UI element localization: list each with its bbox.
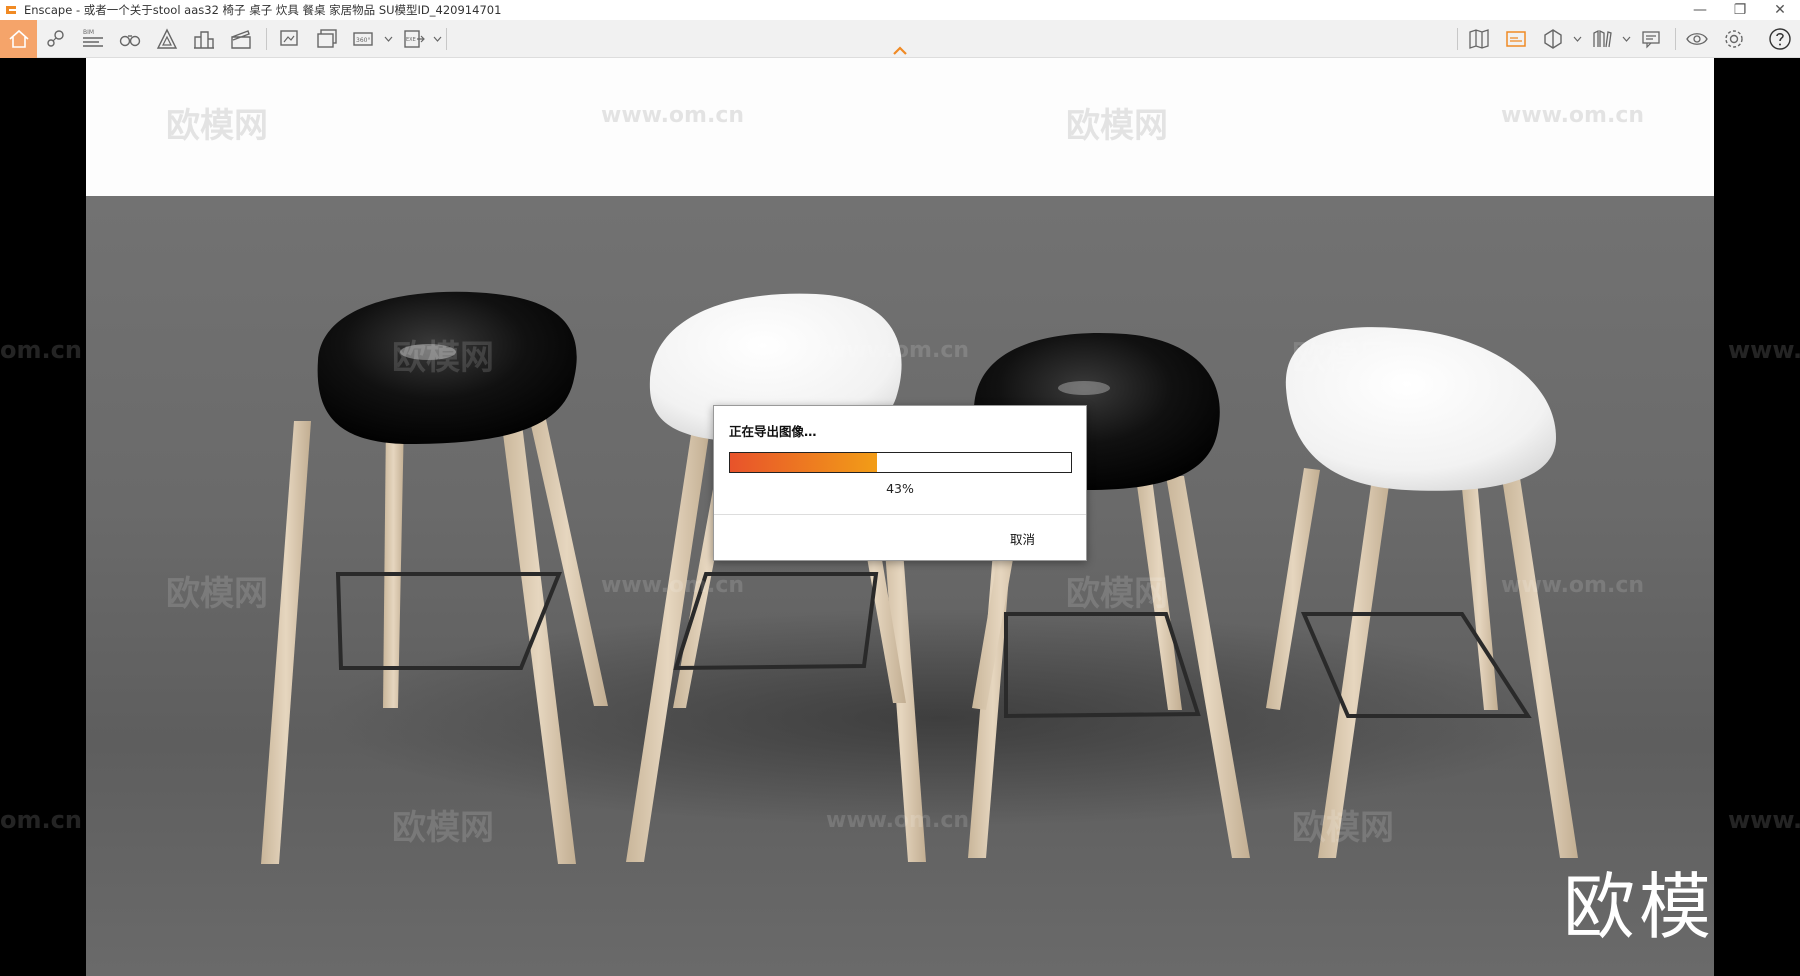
view-mode-button[interactable] [1537,23,1569,55]
visual-settings-button[interactable] [1681,23,1713,55]
asset-library-button[interactable] [188,23,220,55]
tent-icon [156,28,178,49]
collapse-toolbar-icon[interactable] [891,44,909,56]
cube-icon [1544,29,1562,49]
panorama-icon: 360° [353,32,373,46]
watermark: 欧模网 [166,106,268,146]
bim-icon: BIM [83,29,103,47]
export-progress-dialog: 正在导出图像… 43% 取消 [713,405,1087,561]
gear-icon [1725,30,1743,48]
cancel-button[interactable]: 取消 [1010,529,1035,548]
window-title: Enscape - 或者一个关于stool aas32 椅子 桌子 炊具 餐桌 … [24,3,502,17]
chevron-down-icon[interactable] [433,34,442,44]
watermark: 欧模网 [1292,808,1394,848]
dialog-divider [714,514,1086,515]
svg-text:360°: 360° [356,37,370,44]
window-controls: — ❐ ✕ [1680,0,1800,20]
binoculars-icon [119,35,141,47]
map-button[interactable] [1463,23,1495,55]
render-window-icon [1506,31,1526,47]
watermark: 欧模网 [392,808,494,848]
books-icon [1593,29,1612,48]
chat-icon [1642,31,1660,49]
chevron-down-icon[interactable] [1622,34,1631,44]
close-button[interactable]: ✕ [1760,0,1800,20]
export-exe-button[interactable]: EXE [398,23,430,55]
clapperboard-icon [231,30,251,49]
export-exe-icon: EXE [404,30,425,48]
brand-logo: 欧模网 [1563,865,1714,949]
watermark: 欧模网 [392,338,494,378]
watermark: 欧模网 [1066,574,1168,614]
watermark: www. [1728,336,1800,364]
atmosphere-button[interactable] [151,23,183,55]
chevron-down-icon[interactable] [1573,34,1582,44]
bim-button[interactable]: BIM [77,23,109,55]
render-window-button[interactable] [1500,23,1532,55]
map-icon [1469,29,1489,49]
panorama-button[interactable]: 360° [348,23,380,55]
watermark: om.cn [0,336,82,364]
toolbar-separator [1457,28,1458,50]
general-settings-button[interactable] [1718,23,1750,55]
eye-icon [1686,33,1708,45]
binoculars-button[interactable] [114,23,146,55]
progress-percent: 43% [886,481,914,496]
batch-render-button[interactable] [311,23,343,55]
home-icon [8,29,29,48]
watermark: www. [1728,806,1800,834]
watermark: 欧模网 [1292,338,1394,378]
svg-text:BIM: BIM [83,29,94,36]
watermark: 欧模网 [166,574,268,614]
dialog-title: 正在导出图像… [729,424,817,439]
progress-fill [730,453,877,472]
toolbar-separator [1675,28,1676,50]
enscape-logo-icon [6,6,16,14]
location-pin-icon [47,30,64,47]
batch-render-icon [317,29,337,48]
restore-button[interactable]: ❐ [1720,0,1760,20]
render-viewport[interactable]: 欧模网 www.om.cn 欧模网 www.om.cn 欧模网 www.om.c… [86,58,1714,976]
screenshot-icon [280,30,298,46]
settings-library-button[interactable] [1586,23,1618,55]
watermark: www.om.cn [601,573,745,598]
buildings-icon [194,31,214,49]
watermark: www.om.cn [1501,103,1645,128]
views-button[interactable] [40,23,72,55]
watermark: om.cn [0,806,82,834]
help-button[interactable] [1764,23,1796,55]
minimize-button[interactable]: — [1680,0,1720,20]
title-bar: Enscape - 或者一个关于stool aas32 椅子 桌子 炊具 餐桌 … [0,0,1800,20]
feedback-button[interactable] [1636,23,1668,55]
screenshot-button[interactable] [274,23,306,55]
watermark: www.om.cn [601,103,745,128]
watermark: www.om.cn [826,808,970,833]
toolbar-separator [446,28,447,50]
watermark: 欧模网 [1066,106,1168,146]
help-icon [1769,28,1791,50]
video-editor-button[interactable] [225,23,257,55]
export-progress-bar [729,452,1072,473]
svg-text:EXE: EXE [406,37,416,43]
home-button[interactable] [0,20,37,58]
chevron-down-icon[interactable] [384,34,393,44]
watermark: www.om.cn [1501,573,1645,598]
watermark: www.om.cn [826,338,970,363]
toolbar-separator [266,28,267,50]
